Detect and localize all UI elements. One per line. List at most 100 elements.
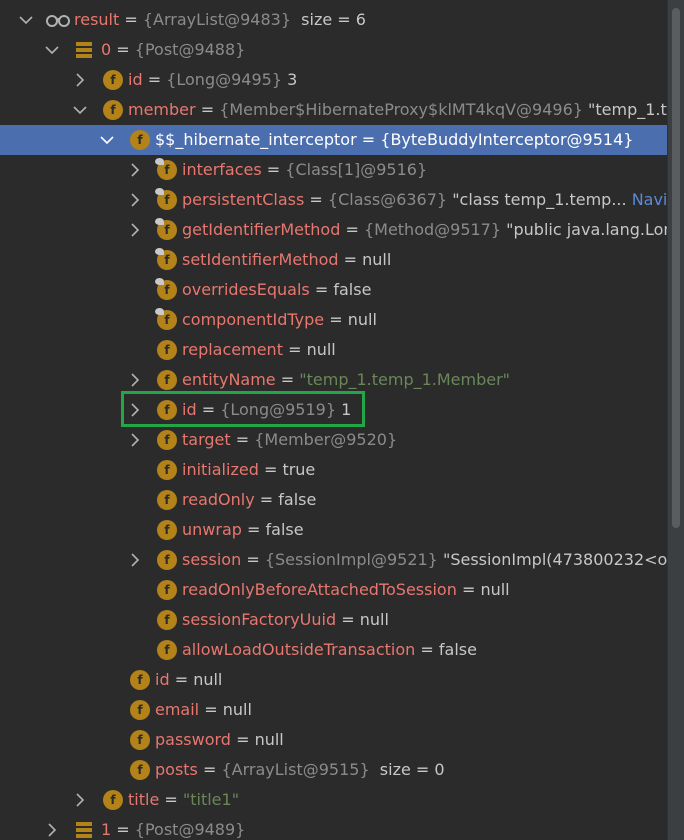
field-value: null — [193, 670, 223, 689]
field-value: "temp_1.tem — [588, 100, 667, 119]
chevron-right-icon[interactable] — [72, 791, 88, 809]
tree-row-result[interactable]: result = {ArrayList@9483} size = 6 — [0, 5, 667, 35]
chevron-right-icon[interactable] — [127, 161, 143, 179]
field-icon: f — [130, 130, 150, 150]
tree-row-member[interactable]: f member = {Member$HibernateProxy$klMT4k… — [0, 95, 667, 125]
field-icon: f — [103, 790, 123, 810]
tree-row-unwrap[interactable]: f unwrap = false — [0, 515, 667, 545]
scrollbar-thumb[interactable] — [672, 8, 680, 528]
tree-row-text: title = "title1" — [128, 790, 240, 809]
field-icon: f — [130, 670, 150, 690]
chevron-right-icon[interactable] — [127, 431, 143, 449]
tree-row-component-id-type[interactable]: f componentIdType = null — [0, 305, 667, 335]
type-ref: {ArrayList@9483} — [142, 10, 291, 29]
tree-row-interfaces[interactable]: f interfaces = {Class[1]@9516} — [0, 155, 667, 185]
tree-row-post-1[interactable]: 1 = {Post@9489} — [0, 815, 667, 840]
tree-row-hibernate-interceptor[interactable]: f $$_hibernate_interceptor = {ByteBuddyI… — [0, 125, 667, 155]
tree-row-session[interactable]: f session = {SessionImpl@9521} "SessionI… — [0, 545, 667, 575]
tree-row-post-0[interactable]: 0 = {Post@9488} — [0, 35, 667, 65]
tree-row-text: target = {Member@9520} — [182, 430, 398, 449]
tree-row-text: password = null — [155, 730, 284, 749]
tree-row-persistent-class[interactable]: f persistentClass = {Class@6367} "class … — [0, 185, 667, 215]
tree-row-text: allowLoadOutsideTransaction = false — [182, 640, 477, 659]
field-icon: f — [130, 700, 150, 720]
watch-glasses-icon — [45, 11, 71, 29]
final-field-icon: f — [155, 218, 177, 240]
tree-row-id[interactable]: f id = {Long@9495} 3 — [0, 65, 667, 95]
field-name: persistentClass — [182, 190, 305, 209]
tree-row-target[interactable]: f target = {Member@9520} — [0, 425, 667, 455]
field-name: session — [182, 550, 242, 569]
field-name: posts — [155, 760, 198, 779]
tree-row-get-identifier-method[interactable]: f getIdentifierMethod = {Method@9517} "p… — [0, 215, 667, 245]
final-field-icon: f — [155, 248, 177, 270]
tree-row-title[interactable]: f title = "title1" — [0, 785, 667, 815]
field-name: replacement — [182, 340, 283, 359]
tree-row-set-identifier-method[interactable]: f setIdentifierMethod = null — [0, 245, 667, 275]
field-name: overridesEquals — [182, 280, 310, 299]
type-ref: {Member$HibernateProxy$klMT4kqV@9496} — [219, 100, 583, 119]
field-icon: f — [157, 340, 177, 360]
chevron-right-icon[interactable] — [127, 551, 143, 569]
field-value: 3 — [287, 70, 298, 89]
tree-row-read-only[interactable]: f readOnly = false — [0, 485, 667, 515]
final-field-icon: f — [155, 188, 177, 210]
tree-row-replacement[interactable]: f replacement = null — [0, 335, 667, 365]
array-element-icon — [76, 822, 92, 838]
field-icon: f — [157, 640, 177, 660]
chevron-right-icon[interactable] — [127, 371, 143, 389]
chevron-down-icon[interactable] — [44, 41, 60, 59]
tree-row-posts[interactable]: f posts = {ArrayList@9515} size = 0 — [0, 755, 667, 785]
tree-row-text: posts = {ArrayList@9515} size = 0 — [155, 760, 445, 779]
tree-row-member-id[interactable]: f id = null — [0, 665, 667, 695]
chevron-down-icon[interactable] — [72, 101, 88, 119]
chevron-down-icon[interactable] — [18, 11, 34, 29]
field-icon: f — [157, 520, 177, 540]
field-value: null — [480, 580, 510, 599]
field-icon: f — [157, 580, 177, 600]
field-value: "SessionImpl(473800232<ope — [442, 550, 667, 569]
final-field-icon: f — [155, 278, 177, 300]
field-value: "class temp_1.temp... — [452, 190, 627, 209]
debugger-variables-panel: result = {ArrayList@9483} size = 6 0 = {… — [0, 0, 667, 840]
field-icon: f — [157, 490, 177, 510]
tree-row-allow-load-outside-transaction[interactable]: f allowLoadOutsideTransaction = false — [0, 635, 667, 665]
tree-row-text: id = {Long@9495} 3 — [128, 70, 298, 89]
vertical-scrollbar[interactable] — [667, 0, 684, 840]
tree-row-text: 0 = {Post@9488} — [101, 40, 246, 59]
field-name: result — [74, 10, 120, 29]
field-name: setIdentifierMethod — [182, 250, 339, 269]
field-icon: f — [130, 730, 150, 750]
chevron-right-icon[interactable] — [127, 221, 143, 239]
type-ref: {Method@9517} — [363, 220, 502, 239]
tree-row-text: $$_hibernate_interceptor = {ByteBuddyInt… — [155, 130, 634, 149]
field-name: email — [155, 700, 200, 719]
type-ref: {Post@9488} — [134, 40, 246, 59]
chevron-right-icon[interactable] — [72, 71, 88, 89]
tree-row-text: getIdentifierMethod = {Method@9517} "pub… — [182, 219, 667, 241]
field-name: componentIdType — [182, 310, 325, 329]
field-name: id — [155, 670, 170, 689]
tree-row-initialized[interactable]: f initialized = true — [0, 455, 667, 485]
field-name: 0 — [101, 40, 112, 59]
tree-row-session-factory-uuid[interactable]: f sessionFactoryUuid = null — [0, 605, 667, 635]
tree-row-password[interactable]: f password = null — [0, 725, 667, 755]
tree-row-text: interfaces = {Class[1]@9516} — [182, 160, 428, 179]
field-name: readOnly — [182, 490, 255, 509]
tree-row-read-only-before-attached[interactable]: f readOnlyBeforeAttachedToSession = null — [0, 575, 667, 605]
field-name: title — [128, 790, 160, 809]
field-value: size = 0 — [379, 760, 445, 779]
tree-row-email[interactable]: f email = null — [0, 695, 667, 725]
field-icon: f — [157, 370, 177, 390]
chevron-right-icon[interactable] — [127, 191, 143, 209]
tree-row-text: replacement = null — [182, 340, 336, 359]
field-value: size = 6 — [301, 10, 366, 29]
navigate-link[interactable]: Navigate — [632, 190, 667, 209]
field-value: null — [222, 700, 252, 719]
field-name: member — [128, 100, 196, 119]
chevron-right-icon[interactable] — [44, 821, 60, 839]
tree-row-overrides-equals[interactable]: f overridesEquals = false — [0, 275, 667, 305]
field-name: target — [182, 430, 231, 449]
chevron-down-icon[interactable] — [99, 131, 115, 149]
type-ref: {Long@9495} — [166, 70, 282, 89]
